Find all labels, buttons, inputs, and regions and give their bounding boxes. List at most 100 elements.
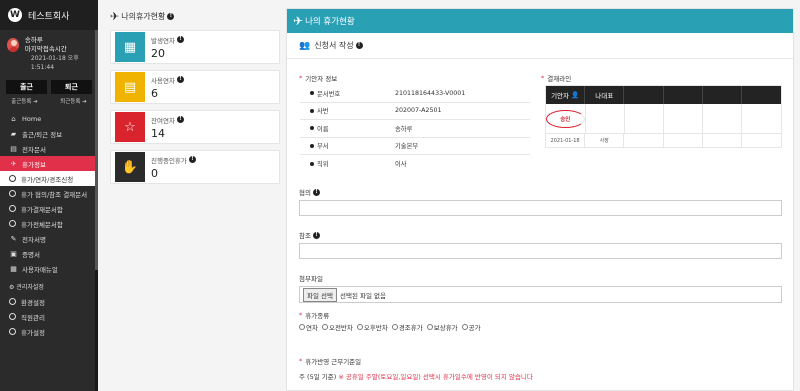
radio-label: 공가 — [468, 324, 481, 332]
table-row: 사번 202007-A2501 — [300, 103, 530, 120]
attendance-links: 출근등록 ➔ 퇴근등록 ➔ — [0, 97, 98, 106]
sidebar-item-leave-request[interactable]: 휴가/연차/경조신청 — [0, 171, 98, 186]
card-value: 6 — [151, 86, 158, 100]
radio-circle[interactable] — [299, 324, 305, 330]
card-label: 진행중인휴가 — [151, 156, 187, 165]
pen-icon: ✎ — [10, 234, 17, 243]
approval-date-cell — [664, 134, 703, 147]
radio-compensation[interactable]: 보상휴가 — [426, 322, 458, 332]
approval-col-drafter: 기안자 👤 — [546, 86, 586, 104]
radio-official[interactable]: 공가 — [461, 322, 481, 332]
sidebar-item-label: 휴가결재문서함 — [21, 205, 63, 214]
radio-morning-half[interactable]: 오전반차 — [321, 322, 353, 332]
card-value: 14 — [151, 126, 165, 140]
add-user-icon[interactable]: 👤 — [571, 91, 579, 99]
sidebar-item-certificate[interactable]: ▣ 증명서 — [0, 246, 98, 261]
approval-title-text: 결재라인 — [547, 75, 572, 83]
sidebar-item-label: 출근/퇴근 정보 — [22, 130, 63, 139]
radio-afternoon-half[interactable]: 오후반차 — [356, 322, 388, 332]
sidebar-item-home[interactable]: ⌂ Home — [0, 111, 98, 126]
applicant-title-text: 기안자 정보 — [305, 75, 338, 83]
info-icon[interactable]: ! — [176, 76, 184, 83]
agreement-input[interactable] — [299, 200, 782, 216]
radio-circle[interactable] — [461, 324, 468, 330]
card-label: 잔여연차 — [151, 116, 175, 125]
criteria-title-text: 휴가반영 근무기준일 — [305, 358, 362, 366]
info-key: 직위 — [300, 159, 395, 168]
summary-title-text: 나의휴가현황 — [121, 11, 166, 21]
sidebar-menu: ⌂ Home ▰ 출근/퇴근 정보 ▤ 전자문서 ✈ 휴가정보 휴가/연차/경조신청 휴… — [0, 111, 98, 339]
info-value: 202007-A2501 — [395, 107, 442, 115]
circle-icon — [9, 220, 16, 227]
sidebar-item-leave-all[interactable]: 휴가전체문서함 — [0, 216, 98, 231]
info-icon[interactable]: ! — [312, 231, 320, 239]
info-icon[interactable]: ! — [176, 116, 184, 123]
sidebar-item-leave-consult[interactable]: 휴가 협의/참조 결재문서 — [0, 186, 98, 201]
radio-circle[interactable] — [356, 324, 363, 330]
file-status: 선택된 파일 없음 — [340, 291, 386, 300]
criteria-prefix: 주 (5일 기준) — [299, 373, 337, 381]
info-icon[interactable]: ! — [355, 42, 363, 49]
sidebar-item-signature[interactable]: ✎ 전자서명 — [0, 231, 98, 246]
calendar-check-icon: ▦ — [115, 32, 145, 62]
info-icon[interactable]: ! — [176, 36, 184, 43]
checkout-button[interactable]: 퇴근 — [51, 80, 92, 94]
info-icon[interactable]: ! — [167, 12, 175, 20]
sidebar-item-label: 휴가정보 — [22, 160, 46, 169]
info-icon[interactable]: ! — [312, 188, 320, 196]
radio-circle[interactable] — [321, 324, 328, 330]
brand-bar[interactable]: W 테스트회사 — [0, 0, 98, 30]
sidebar-item-attendance[interactable]: ▰ 출근/퇴근 정보 — [0, 126, 98, 141]
sidebar-item-settings[interactable]: 환경설정 — [0, 294, 98, 309]
avatar — [7, 38, 19, 52]
user-name: 송하루 — [24, 36, 43, 44]
checkin-register-link[interactable]: 출근등록 ➔ — [11, 97, 38, 106]
file-select-button[interactable]: 파일 선택 — [303, 287, 337, 302]
document-icon: ▤ — [10, 144, 17, 153]
approval-date-cell — [703, 134, 742, 147]
sidebar-item-documents[interactable]: ▤ 전자문서 — [0, 141, 98, 156]
radio-circle[interactable] — [426, 324, 433, 330]
circle-icon — [9, 328, 16, 335]
table-row: 이름 송하루 — [300, 120, 530, 138]
sidebar-item-leave-approval[interactable]: 휴가결재문서함 — [0, 201, 98, 216]
checkin-button[interactable]: 출근 — [6, 80, 47, 94]
table-row: 직위 이사 — [300, 155, 530, 173]
approval-col-label: 기안자 — [551, 92, 570, 100]
sidebar-item-manual[interactable]: ▦ 사용자매뉴얼 — [0, 261, 98, 276]
last-login-time: 2021-01-18 오후 1:51:44 — [30, 55, 79, 71]
approval-col-empty — [624, 86, 664, 104]
sidebar-item-leave-info[interactable]: ✈ 휴가정보 — [0, 156, 98, 171]
reference-input[interactable] — [299, 243, 782, 259]
admin-section-title: ⚙ 관리자설정 — [0, 276, 98, 294]
radio-label: 오후반차 — [363, 324, 388, 332]
sidebar-item-leave-settings[interactable]: 휴가설정 — [0, 324, 98, 339]
form-section-head: 👥 신청서 작성 ! — [287, 33, 793, 59]
approval-date-cell — [742, 134, 781, 147]
card-granted-leave: ▦ 발생연차! 20 — [110, 30, 280, 64]
last-login-label: 마지막접속시간 — [24, 45, 67, 53]
radio-condolence[interactable]: 경조휴가 — [391, 322, 423, 332]
approval-sign-cell — [625, 104, 664, 133]
card-label: 발생연차 — [151, 36, 175, 45]
agreement-label: 협의! — [299, 187, 320, 197]
info-key: 사번 — [300, 106, 395, 115]
certificate-icon: ▣ — [10, 249, 17, 258]
sidebar-item-label: 휴가 협의/참조 결재문서 — [21, 190, 88, 199]
sidebar-item-label: 전자문서 — [22, 145, 46, 154]
file-input[interactable]: 파일 선택 선택된 파일 없음 — [299, 286, 782, 303]
user-profile: 송하루 마지막접속시간 2021-01-18 오후 1:51:44 — [0, 30, 98, 78]
sidebar-item-label: 휴가/연차/경조신청 — [21, 175, 74, 184]
sidebar-scroll-thumb[interactable] — [95, 30, 98, 270]
radio-circle[interactable] — [391, 324, 398, 330]
sidebar-item-staff[interactable]: 직원관리 — [0, 309, 98, 324]
table-row: 부서 기술본부 — [300, 138, 530, 155]
applicant-info-table: 문서번호 210118164433-V0001 사번 202007-A2501 이름… — [300, 85, 530, 173]
checkout-register-link[interactable]: 퇴근등록 ➔ — [60, 97, 87, 106]
plane-icon: ✈ — [110, 9, 120, 23]
manual-icon: ▦ — [10, 264, 17, 273]
brand-logo: W — [8, 8, 22, 22]
criteria-warning: ※ 공휴일 주말(토요일,일요일) 선택시 휴가일수에 반영이 되지 않습니다 — [338, 373, 533, 381]
radio-annual[interactable]: 연차 — [299, 322, 318, 332]
info-icon[interactable]: ! — [188, 156, 196, 163]
